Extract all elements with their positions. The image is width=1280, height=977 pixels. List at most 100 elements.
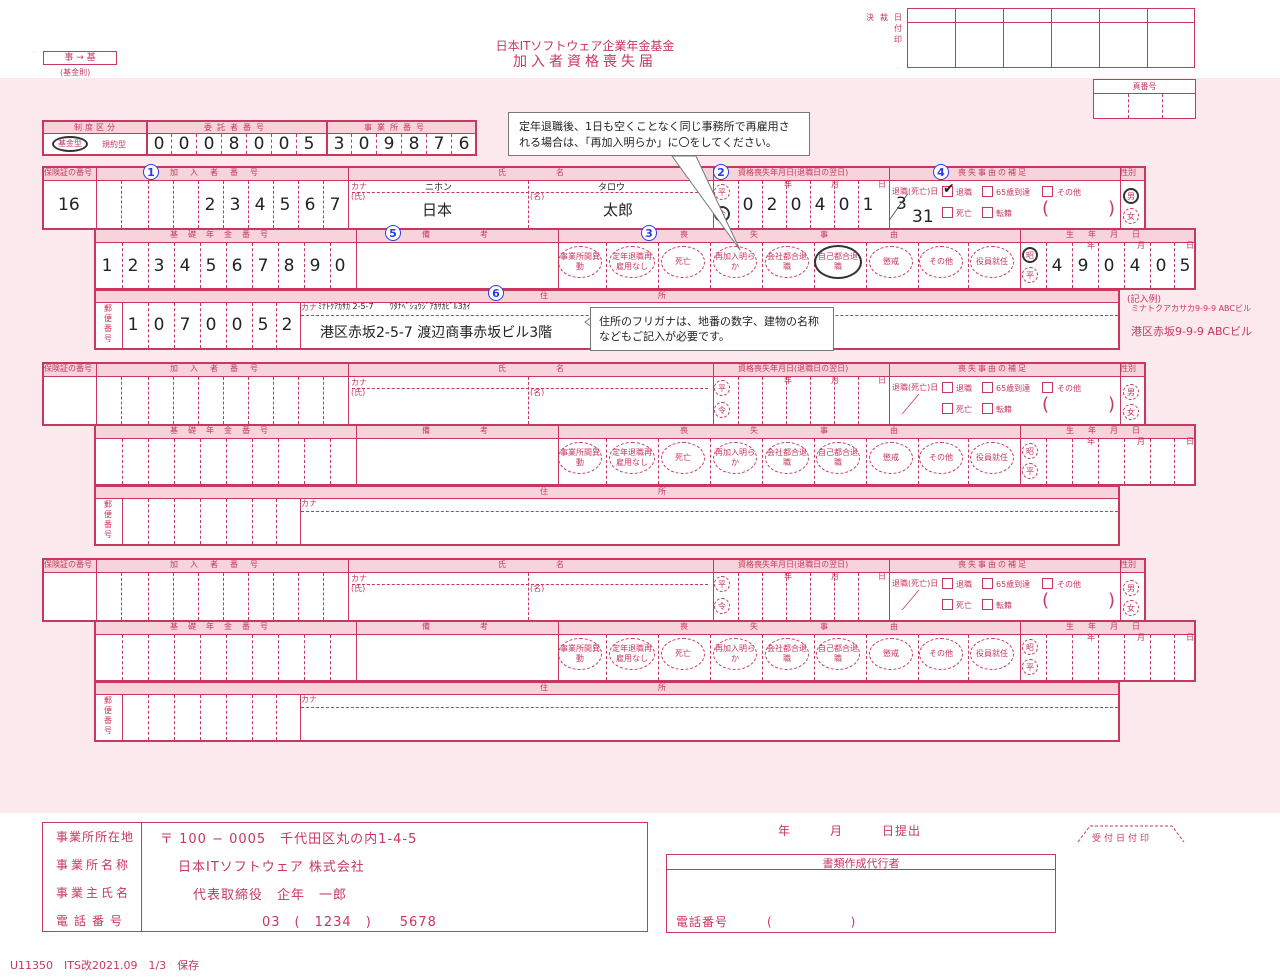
employer-owner-value[interactable]: 代表取締役 企年 一郎 (193, 884, 347, 903)
e2-kanyusha-label: 加入者番号 (170, 364, 270, 373)
e2-reason-shibo[interactable]: 死亡 (661, 442, 705, 474)
e2-check-taishoku[interactable] (942, 382, 953, 393)
e2-birth-month: 月 (1137, 437, 1145, 446)
e2-hokensho-label: 保険証の番号 (44, 364, 92, 373)
e2-jusho-label: 住所 (540, 487, 776, 496)
e2-check-shibo[interactable] (942, 403, 953, 414)
e3-biko-label: 備考 (422, 622, 538, 631)
e3-mei-label: (名) (530, 584, 545, 593)
e3-reason-shibo[interactable]: 死亡 (661, 638, 705, 670)
e3-year-label: 年 (784, 572, 792, 581)
e3-birth-era-heisei[interactable]: 平 (1022, 659, 1038, 675)
callout-saikanyu: 定年退職後、1日も空くことなく同じ事務所で再雇用される場合は、「再加入明らか」に… (508, 112, 810, 156)
e2-reason-chokai[interactable]: 懲戒 (869, 442, 913, 474)
e2-check-tenseki[interactable] (982, 403, 993, 414)
e2-reason-jigyosho-ido[interactable]: 事業所間異動 (558, 442, 602, 474)
e3-check-65[interactable] (982, 578, 993, 589)
e2-seibetsu-label: 性別 (1120, 364, 1136, 373)
e3-reason-yakuin[interactable]: 役員就任 (970, 638, 1014, 670)
callout-address: 住所のフリガナは、地番の数字、建物の名称などもご記入が必要です。 (590, 307, 834, 351)
e2-reason-yakuin[interactable]: 役員就任 (970, 442, 1014, 474)
e3-reason-teinen-nashi[interactable]: 定年退職再雇用なし (609, 638, 655, 670)
employer-addr-label: 事業所所在地 (56, 830, 135, 844)
e3-reason-jigyosho-ido[interactable]: 事業所間異動 (558, 638, 602, 670)
e2-addr-kana-label: カナ (301, 499, 317, 508)
e2-era-reiwa[interactable]: 令 (714, 402, 730, 418)
e3-gender-female[interactable]: 女 (1123, 600, 1139, 616)
e2-reason-kaisha-tsugo[interactable]: 会社都合退職 (765, 442, 809, 474)
e3-addr-kana-label: カナ (301, 695, 317, 704)
e3-shikaku-label: 資格喪失年月日(退職日の翌日) (738, 560, 849, 569)
e3-shimei-label: 氏名 (498, 560, 614, 569)
e2-reason-sonota[interactable]: その他 (919, 442, 963, 474)
e2-kiso-label: 基礎年金番号 (170, 426, 278, 435)
e3-reason-chokai[interactable]: 懲戒 (869, 638, 913, 670)
e3-kiso-label: 基礎年金番号 (170, 622, 278, 631)
e2-shikaku-label: 資格喪失年月日(退職日の翌日) (738, 364, 849, 373)
agent-label: 書類作成代行者 (822, 857, 900, 870)
e3-check-sonota-label: その他 (1057, 580, 1081, 589)
e2-biko-label: 備考 (422, 426, 538, 435)
e2-birth-era-showa[interactable]: 昭 (1022, 443, 1038, 459)
e2-check-sonota[interactable] (1042, 382, 1053, 393)
e2-check-shibo-label: 死亡 (956, 405, 972, 414)
e3-reason-sonota[interactable]: その他 (919, 638, 963, 670)
e3-check-taishoku[interactable] (942, 578, 953, 589)
e3-paren-close: ) (1108, 590, 1116, 611)
e2-check-sonota-label: その他 (1057, 384, 1081, 393)
e2-check-65-label: 65歳到達 (996, 384, 1031, 393)
e3-reason-kaisha-tsugo[interactable]: 会社都合退職 (765, 638, 809, 670)
e3-month-label: 月 (831, 572, 839, 581)
e3-paren-open: ( (1042, 590, 1050, 611)
employer-addr-value[interactable]: 〒 100 − 0005 千代田区丸の内1-4-5 (160, 828, 417, 847)
e3-check-tenseki-label: 転籍 (996, 601, 1012, 610)
e2-check-65[interactable] (982, 382, 993, 393)
e2-hosoku-label: 喪失事由の補足 (958, 364, 1028, 373)
e3-birth-year: 年 (1087, 633, 1095, 642)
e3-check-sonota[interactable] (1042, 578, 1053, 589)
e3-jiyu-label: 喪失事由 (680, 622, 960, 631)
e2-birth-era-heisei[interactable]: 平 (1022, 463, 1038, 479)
e3-reason-saikanyu[interactable]: 再加入明らか (713, 638, 757, 670)
e2-gender-male[interactable]: 男 (1123, 384, 1139, 400)
e2-check-taishoku-label: 退職 (956, 384, 972, 393)
e3-birth-label: 生年月日 (1066, 622, 1154, 631)
e3-birth-era-showa[interactable]: 昭 (1022, 639, 1038, 655)
employer-name-value[interactable]: 日本ITソフトウェア 株式会社 (178, 856, 365, 875)
e2-reason-teinen-nashi[interactable]: 定年退職再雇用なし (609, 442, 655, 474)
e2-era-heisei[interactable]: 平 (714, 380, 730, 396)
e2-mei-label: (名) (530, 388, 545, 397)
e3-shi-label: (氏) (351, 584, 366, 593)
e3-check-shibo[interactable] (942, 599, 953, 610)
e2-birth-year: 年 (1087, 437, 1095, 446)
e3-check-65-label: 65歳到達 (996, 580, 1031, 589)
e3-day-label: 日 (878, 572, 886, 581)
e3-gender-male[interactable]: 男 (1123, 580, 1139, 596)
e2-day-label: 日 (878, 376, 886, 385)
receipt-stamp-frame (1077, 825, 1185, 843)
e3-yubin-label: 郵便番号 (104, 696, 112, 735)
e3-seibetsu-label: 性別 (1120, 560, 1136, 569)
employer-tel-value[interactable]: 03 ( 1234 ) 5678 (262, 911, 437, 930)
e3-reason-jiko-tsugo[interactable]: 自己都合退職 (816, 638, 860, 670)
e3-check-tenseki[interactable] (982, 599, 993, 610)
e2-check-tenseki-label: 転籍 (996, 405, 1012, 414)
e3-hosoku-label: 喪失事由の補足 (958, 560, 1028, 569)
e2-reason-jiko-tsugo[interactable]: 自己都合退職 (816, 442, 860, 474)
e3-era-reiwa[interactable]: 令 (714, 598, 730, 614)
e2-shimei-label: 氏名 (498, 364, 614, 373)
e2-shi-label: (氏) (351, 388, 366, 397)
e2-paren-close: ) (1108, 394, 1116, 415)
e2-month-label: 月 (831, 376, 839, 385)
submit-date-label[interactable]: 年 月 日提出 (778, 822, 921, 839)
e2-yubin-label: 郵便番号 (104, 500, 112, 539)
e3-check-taishoku-label: 退職 (956, 580, 972, 589)
e3-era-heisei[interactable]: 平 (714, 576, 730, 592)
e2-jiyu-label: 喪失事由 (680, 426, 960, 435)
e2-gender-female[interactable]: 女 (1123, 404, 1139, 420)
form-code: U11350 ITS改2021.09 1/3 保存 (10, 959, 200, 972)
e3-birth-day: 日 (1186, 633, 1194, 642)
agent-tel[interactable]: 電話番号 ( ) (676, 913, 856, 930)
e2-reason-saikanyu[interactable]: 再加入明らか (713, 442, 757, 474)
e2-birth-day: 日 (1186, 437, 1194, 446)
